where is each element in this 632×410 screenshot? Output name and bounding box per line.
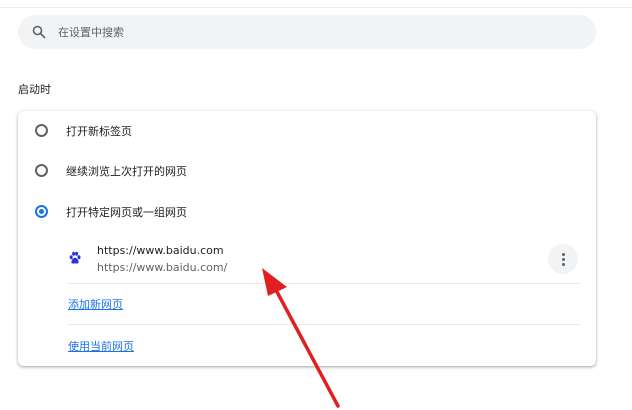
divider — [68, 324, 580, 325]
startup-option-new-tab[interactable]: 打开新标签页 — [18, 111, 596, 151]
top-divider — [0, 7, 632, 8]
radio-button[interactable] — [35, 164, 48, 177]
radio-label: 继续浏览上次打开的网页 — [66, 165, 187, 178]
search-input[interactable] — [58, 15, 578, 49]
startup-option-continue[interactable]: 继续浏览上次打开的网页 — [18, 151, 596, 191]
more-actions-button[interactable] — [548, 244, 578, 274]
section-title-startup: 启动时 — [18, 83, 51, 96]
site-name: https://www.baidu.com — [97, 244, 224, 257]
startup-card: 打开新标签页 继续浏览上次打开的网页 打开特定网页或一组网页 https://w… — [18, 111, 596, 366]
radio-label: 打开特定网页或一组网页 — [66, 206, 187, 219]
radio-button-checked[interactable] — [35, 205, 48, 218]
use-current-pages-link[interactable]: 使用当前网页 — [68, 338, 134, 354]
baidu-paw-icon — [69, 251, 81, 264]
radio-label: 打开新标签页 — [66, 125, 132, 138]
startup-page-entry: https://www.baidu.com https://www.baidu.… — [68, 236, 580, 284]
settings-search-bar[interactable] — [18, 15, 596, 49]
startup-option-specific-pages[interactable]: 打开特定网页或一组网页 — [18, 192, 596, 232]
radio-button[interactable] — [35, 124, 48, 137]
site-url: https://www.baidu.com/ — [97, 261, 228, 274]
divider — [68, 283, 580, 284]
search-icon — [32, 25, 46, 39]
add-new-page-link[interactable]: 添加新网页 — [68, 296, 123, 312]
